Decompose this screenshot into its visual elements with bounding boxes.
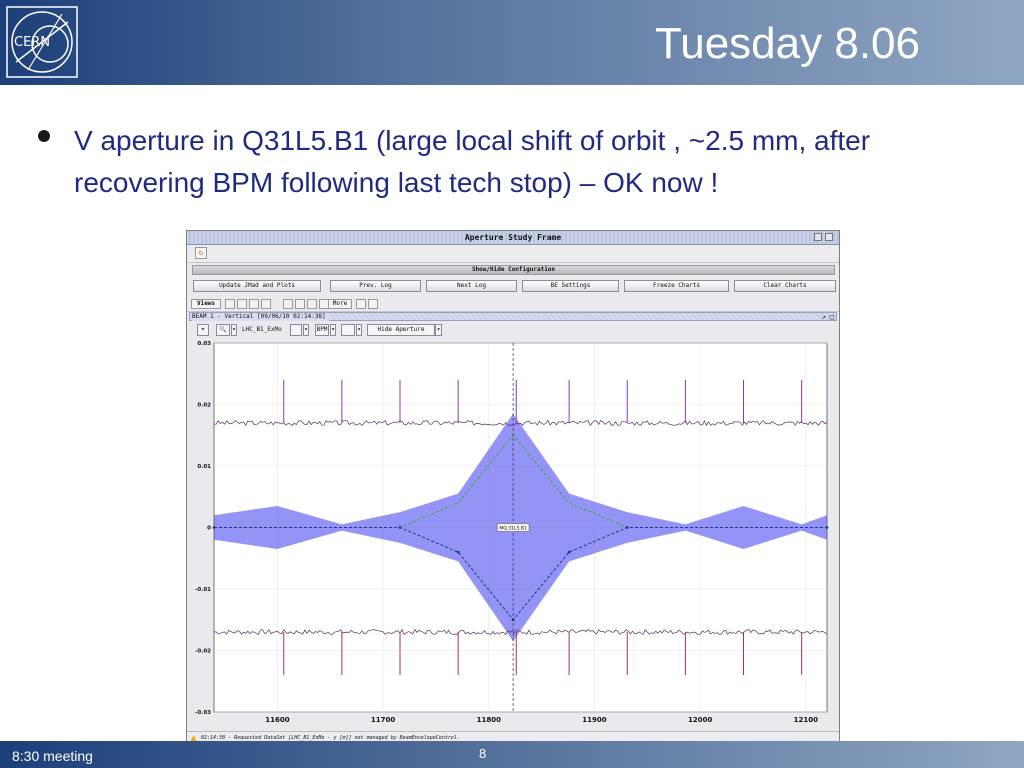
orbit-point	[212, 526, 216, 529]
close-panel-icon[interactable]: □	[830, 313, 834, 321]
show-hide-configuration-button[interactable]: Show/Hide Configuration	[192, 265, 835, 275]
x-tick-label: 11900	[582, 716, 606, 724]
layer-icon[interactable]	[341, 324, 355, 336]
views-button[interactable]: Views	[191, 299, 221, 309]
slide-footer: 8:30 meeting 8	[0, 741, 1024, 768]
zoom-icon[interactable]: 🔍	[216, 324, 230, 336]
y-tick-label: -0.02	[195, 649, 211, 655]
zoom-dropdown-icon[interactable]: ▾	[231, 324, 237, 336]
x-tick-label: 11700	[371, 716, 395, 724]
grid-view-icon[interactable]	[225, 299, 235, 309]
update-jmad-button[interactable]: Update JMad and Plots	[193, 280, 321, 292]
clear-charts-button[interactable]: Clear Charts	[734, 280, 836, 292]
bpm-dropdown-icon[interactable]: ▾	[330, 324, 336, 336]
layout-icon-c[interactable]	[307, 299, 317, 309]
orbit-point	[456, 550, 460, 554]
slide-title: Tuesday 8.06	[655, 19, 920, 68]
plot-toolbar: ⌖ 🔍 ▾ LHC_B1_ExMo ▾ BPM ▾ ▾ Hide Apertur…	[187, 323, 839, 339]
aperture-dropdown-icon[interactable]: ▾	[435, 324, 442, 336]
split-view-icon[interactable]	[237, 299, 247, 309]
more-button[interactable]: More	[328, 299, 352, 309]
fit-icon[interactable]: ⌖	[197, 324, 209, 336]
x-tick-label: 12100	[794, 716, 818, 724]
views-toolbar: Views More	[187, 297, 839, 312]
y-tick-label: 0	[207, 526, 211, 532]
aperture-study-window: Aperture Study Frame ↻ Show/Hide Configu…	[186, 230, 840, 745]
x-tick-label: 11800	[477, 716, 501, 724]
bullet-dot	[38, 130, 50, 142]
maximize-icon[interactable]	[825, 233, 833, 241]
column-view-icon[interactable]	[261, 299, 271, 309]
layer-dropdown-icon[interactable]: ▾	[356, 324, 362, 336]
aperture-chart: 11600 11700 11800 11900 12000 12100 -0.03 -0.02…	[195, 341, 829, 724]
layout-icon-b[interactable]	[295, 299, 305, 309]
orbit-point	[567, 550, 571, 554]
plot-panel-header: BEAM 1 - Vertical [09/06/10 02:14:38] ↗ …	[189, 312, 837, 321]
x-tick-label: 11600	[265, 716, 289, 724]
plot-title: BEAM 1 - Vertical [09/06/10 02:14:38]	[192, 313, 329, 321]
orbit-point	[625, 526, 629, 529]
y-tick-label: 0.01	[197, 464, 211, 470]
y-tick-label: -0.01	[195, 587, 211, 593]
cursor-label: MQ.31L5.B1	[499, 526, 526, 532]
cern-logo: CERN	[6, 6, 78, 78]
tile-view-icon[interactable]	[249, 299, 259, 309]
icon-toolbar: ↻	[187, 245, 839, 263]
window-title: Aperture Study Frame	[464, 233, 562, 242]
be-settings-button[interactable]: BE Settings	[522, 280, 619, 292]
detach-icon[interactable]: ↗	[822, 313, 826, 321]
bullet-text: V aperture in Q31L5.B1 (large local shif…	[74, 125, 871, 198]
orbit-point	[825, 526, 829, 529]
footer-meeting: 8:30 meeting	[12, 748, 93, 764]
save-icon[interactable]	[356, 299, 366, 309]
minimize-icon[interactable]	[814, 233, 822, 241]
window-titlebar[interactable]: Aperture Study Frame	[187, 231, 839, 245]
y-tick-label: 0.03	[197, 341, 211, 347]
slide-header: CERN Tuesday 8.06	[0, 0, 1024, 85]
prev-log-button[interactable]: Prev. Log	[330, 280, 421, 292]
y-tick-label: -0.03	[195, 710, 211, 716]
freeze-charts-button[interactable]: Freeze Charts	[624, 280, 729, 292]
y-tick-label: 0.02	[197, 403, 211, 409]
print-icon[interactable]	[368, 299, 378, 309]
bpm-toggle[interactable]: BPM	[315, 324, 329, 336]
refresh-icon[interactable]: ↻	[195, 247, 207, 259]
x-tick-label: 12000	[688, 716, 712, 724]
series-dropdown-icon[interactable]: ▾	[303, 324, 309, 336]
dataset-select[interactable]: LHC_B1_ExMo	[242, 326, 282, 333]
hide-aperture-button[interactable]: Hide Aperture	[367, 324, 435, 336]
series-icon[interactable]	[290, 324, 302, 336]
layout-icon-a[interactable]	[283, 299, 293, 309]
next-log-button[interactable]: Next Log	[426, 280, 517, 292]
orbit-point	[398, 526, 402, 529]
page-number: 8	[479, 746, 487, 761]
cern-logo-text: CERN	[14, 35, 50, 50]
